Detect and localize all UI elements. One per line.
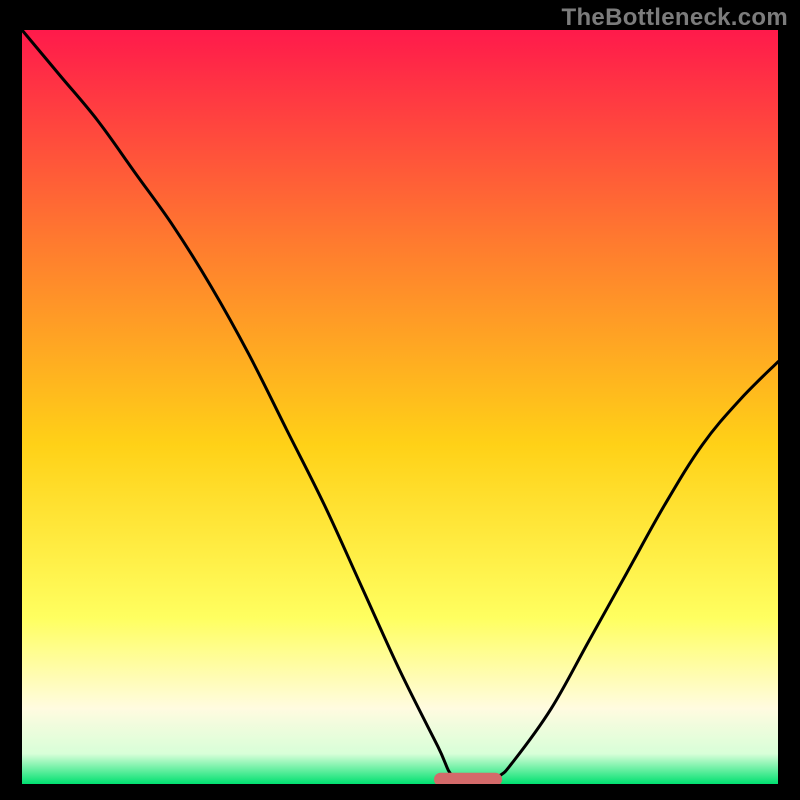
- ideal-zone-indicator: [434, 773, 502, 784]
- watermark-label: TheBottleneck.com: [562, 4, 788, 32]
- bottleneck-chart: [22, 30, 778, 784]
- chart-frame: TheBottleneck.com: [0, 0, 800, 800]
